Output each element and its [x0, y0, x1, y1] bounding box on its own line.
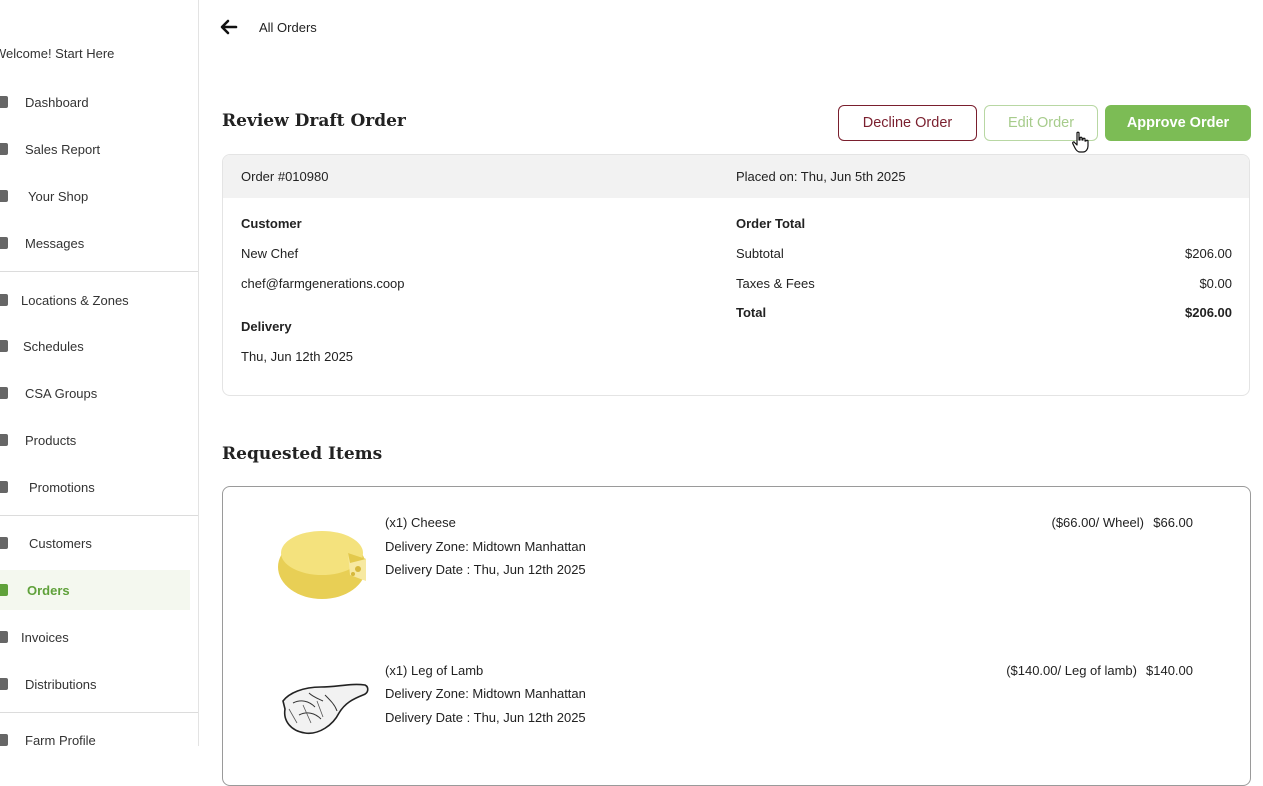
- order-number: Order #010980: [241, 169, 329, 184]
- sales-report-icon: [0, 143, 8, 155]
- item-price: $66.00: [1153, 515, 1193, 530]
- back-to-all-orders[interactable]: All Orders: [220, 18, 317, 36]
- shop-icon: [0, 190, 8, 202]
- sidebar: Welcome! Start Here Dashboard Sales Repo…: [0, 0, 199, 746]
- sidebar-item-label: Distributions: [25, 676, 97, 692]
- sidebar-item-farm-profile[interactable]: Farm Profile: [0, 720, 190, 746]
- subtotal-value: $206.00: [1185, 246, 1232, 261]
- csa-groups-icon: [0, 387, 8, 399]
- customers-icon: [0, 537, 8, 549]
- taxes-label: Taxes & Fees: [736, 276, 815, 291]
- tag-icon: [0, 481, 8, 493]
- location-pin-icon: [0, 294, 8, 306]
- order-summary-card: Order #010980 Placed on: Thu, Jun 5th 20…: [222, 154, 1250, 396]
- hand-cursor-icon: [1072, 131, 1089, 153]
- sidebar-item-orders[interactable]: Orders: [0, 570, 190, 610]
- taxes-value: $0.00: [1199, 276, 1232, 291]
- leg-of-lamb-image: [282, 683, 369, 735]
- decline-order-button[interactable]: Decline Order: [838, 105, 977, 141]
- calendar-icon: [0, 340, 8, 352]
- sidebar-item-invoices[interactable]: Invoices: [0, 617, 190, 657]
- sidebar-item-label: Sales Report: [25, 141, 101, 157]
- order-placed-date: Placed on: Thu, Jun 5th 2025: [736, 169, 906, 184]
- total-value: $206.00: [1185, 305, 1232, 320]
- sidebar-item-label: Promotions: [29, 479, 95, 495]
- sidebar-item-label: Products: [25, 432, 77, 448]
- cart-icon: [0, 584, 8, 596]
- approve-order-button[interactable]: Approve Order: [1105, 105, 1251, 141]
- sidebar-divider: [0, 712, 198, 713]
- delivery-date: Thu, Jun 12th 2025: [241, 349, 354, 364]
- messages-icon: [0, 237, 8, 249]
- sidebar-item-customers[interactable]: Customers: [0, 523, 190, 563]
- customer-heading: Customer: [241, 216, 302, 231]
- sidebar-item-label: Locations & Zones: [21, 292, 129, 308]
- sidebar-divider: [0, 515, 198, 516]
- welcome-link[interactable]: Welcome! Start Here: [0, 46, 114, 61]
- item-price: $140.00: [1146, 663, 1193, 678]
- subtotal-label: Subtotal: [736, 246, 784, 261]
- dashboard-icon: [0, 96, 8, 108]
- item-delivery-date: Delivery Date : Thu, Jun 12th 2025: [385, 562, 586, 577]
- item-delivery-date: Delivery Date : Thu, Jun 12th 2025: [385, 710, 586, 725]
- item-name: (x1) Cheese: [385, 515, 456, 530]
- sidebar-item-label: Customers: [29, 535, 92, 551]
- order-header: Order #010980 Placed on: Thu, Jun 5th 20…: [223, 155, 1249, 198]
- sidebar-item-label: Orders: [27, 582, 70, 598]
- sidebar-item-your-shop[interactable]: Your Shop: [0, 176, 190, 216]
- sidebar-item-distributions[interactable]: Distributions: [0, 664, 190, 704]
- sidebar-item-messages[interactable]: Messages: [0, 223, 190, 263]
- sidebar-item-label: Dashboard: [25, 94, 89, 110]
- requested-items-title: Requested Items: [222, 444, 383, 464]
- order-total-heading: Order Total: [736, 216, 806, 231]
- sidebar-divider: [0, 271, 198, 272]
- farm-profile-icon: [0, 734, 8, 746]
- arrow-left-icon: [220, 19, 238, 35]
- total-label: Total: [736, 305, 767, 320]
- list-icon: [0, 678, 8, 690]
- sidebar-item-schedules[interactable]: Schedules: [0, 326, 190, 366]
- sidebar-item-label: CSA Groups: [25, 385, 98, 401]
- item-name: (x1) Leg of Lamb: [385, 663, 484, 678]
- item-delivery-zone: Delivery Zone: Midtown Manhattan: [385, 539, 586, 554]
- sidebar-item-dashboard[interactable]: Dashboard: [0, 82, 190, 122]
- item-unit-price: ($140.00/ Leg of lamb): [1006, 663, 1137, 678]
- page-title: Review Draft Order: [222, 111, 406, 131]
- customer-email: chef@farmgenerations.coop: [241, 276, 405, 291]
- sidebar-item-label: Schedules: [23, 338, 84, 354]
- invoice-icon: [0, 631, 8, 643]
- sidebar-item-products[interactable]: Products: [0, 420, 190, 460]
- cheese-image: [278, 531, 366, 599]
- customer-name: New Chef: [241, 246, 299, 261]
- item-delivery-zone: Delivery Zone: Midtown Manhattan: [385, 686, 586, 701]
- sidebar-item-label: Your Shop: [28, 188, 89, 204]
- sidebar-item-csa-groups[interactable]: CSA Groups: [0, 373, 190, 413]
- sidebar-item-label: Farm Profile: [25, 732, 96, 747]
- sidebar-item-promotions[interactable]: Promotions: [0, 467, 190, 507]
- products-icon: [0, 434, 8, 446]
- sidebar-item-label: Messages: [25, 235, 85, 251]
- delivery-heading: Delivery: [241, 319, 292, 334]
- sidebar-item-label: Invoices: [21, 629, 69, 645]
- back-label: All Orders: [259, 19, 317, 35]
- sidebar-item-locations[interactable]: Locations & Zones: [0, 280, 190, 320]
- item-unit-price: ($66.00/ Wheel): [1051, 515, 1145, 530]
- requested-items-list: (x1) Cheese Delivery Zone: Midtown Manha…: [222, 486, 1251, 786]
- sidebar-item-sales-report[interactable]: Sales Report: [0, 129, 190, 169]
